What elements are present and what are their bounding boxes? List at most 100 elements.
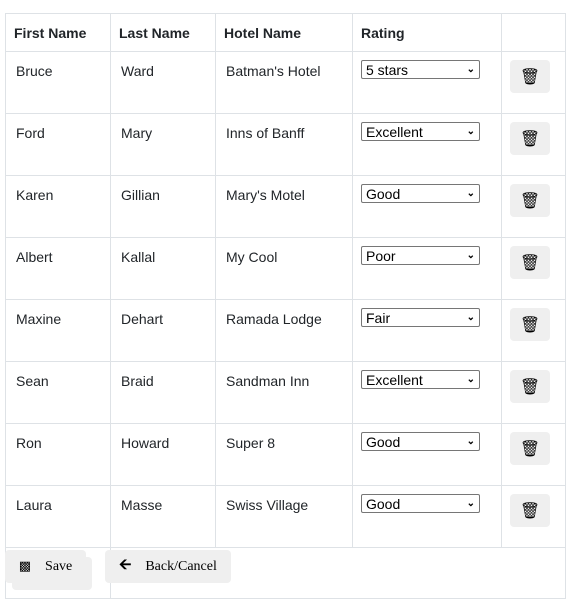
actions-cell: 🗑 xyxy=(501,113,566,176)
rating-value: Excellent xyxy=(366,371,423,388)
chevron-down-icon: ⌄ xyxy=(466,498,475,509)
chevron-down-icon: ⌄ xyxy=(466,374,475,385)
last-name-cell: Ward xyxy=(110,51,216,114)
rating-value: Poor xyxy=(366,247,396,264)
actions-cell: 🗑 xyxy=(501,51,566,114)
chevron-down-icon: ⌄ xyxy=(466,126,475,137)
hotel-name-cell: Inns of Banff xyxy=(215,113,353,176)
last-name-cell: Mary xyxy=(110,113,216,176)
chevron-down-icon: ⌄ xyxy=(466,436,475,447)
first-name-cell: Ron xyxy=(5,423,111,486)
header-actions xyxy=(501,13,566,52)
hotel-name-cell: Sandman Inn xyxy=(215,361,353,424)
delete-button[interactable]: 🗑 xyxy=(510,432,550,465)
last-name-cell: Braid xyxy=(110,361,216,424)
rating-cell: Good ⌄ xyxy=(352,485,502,548)
actions-cell: 🗑 xyxy=(501,175,566,238)
rating-cell: Poor ⌄ xyxy=(352,237,502,300)
delete-button[interactable]: 🗑 xyxy=(510,246,550,279)
hotel-name-cell: Super 8 xyxy=(215,423,353,486)
header-last-name: Last Name xyxy=(110,13,216,52)
trash-icon: 🗑 xyxy=(519,316,541,334)
chevron-down-icon: ⌄ xyxy=(466,188,475,199)
last-name-cell: Dehart xyxy=(110,299,216,362)
rating-cell: Excellent ⌄ xyxy=(352,113,502,176)
first-name-cell: Bruce xyxy=(5,51,111,114)
header-first-name: First Name xyxy=(5,13,111,52)
rating-cell: Good ⌄ xyxy=(352,175,502,238)
delete-button[interactable]: 🗑 xyxy=(510,122,550,155)
save-icon: ▩ xyxy=(18,559,32,574)
rating-cell: Good ⌄ xyxy=(352,423,502,486)
last-name-cell: Howard xyxy=(110,423,216,486)
rating-cell: Fair ⌄ xyxy=(352,299,502,362)
trash-icon: 🗑 xyxy=(519,502,541,520)
trash-icon: 🗑 xyxy=(519,192,541,210)
hotel-name-cell: My Cool xyxy=(215,237,353,300)
table-row: Albert Kallal My Cool Poor ⌄ 🗑 xyxy=(5,237,566,300)
delete-button[interactable]: 🗑 xyxy=(510,60,550,93)
first-name-cell: Maxine xyxy=(5,299,111,362)
first-name-cell: Sean xyxy=(5,361,111,424)
trash-icon: 🗑 xyxy=(519,378,541,396)
back-cancel-label: Back/Cancel xyxy=(145,558,217,574)
rating-select[interactable]: Fair ⌄ xyxy=(361,308,480,327)
header-rating: Rating xyxy=(352,13,502,52)
rating-cell: Excellent ⌄ xyxy=(352,361,502,424)
last-name-cell: Gillian xyxy=(110,175,216,238)
table-row: Bruce Ward Batman's Hotel 5 stars ⌄ 🗑 xyxy=(5,51,566,114)
save-button[interactable]: ▩ Save xyxy=(5,550,86,583)
rating-value: Fair xyxy=(366,309,391,326)
table-row: Sean Braid Sandman Inn Excellent ⌄ 🗑 xyxy=(5,361,566,424)
chevron-down-icon: ⌄ xyxy=(466,64,475,75)
rating-value: Good xyxy=(366,433,401,450)
rating-select[interactable]: Good ⌄ xyxy=(361,432,480,451)
actions-cell: 🗑 xyxy=(501,485,566,548)
delete-button[interactable]: 🗑 xyxy=(510,494,550,527)
actions-cell: 🗑 xyxy=(501,299,566,362)
hotel-name-cell: Ramada Lodge xyxy=(215,299,353,362)
rating-select[interactable]: Excellent ⌄ xyxy=(361,122,480,141)
first-name-cell: Ford xyxy=(5,113,111,176)
back-cancel-button[interactable]: 🡨 Back/Cancel xyxy=(105,550,231,583)
trash-icon: 🗑 xyxy=(519,440,541,458)
first-name-cell: Albert xyxy=(5,237,111,300)
trash-icon: 🗑 xyxy=(519,254,541,272)
chevron-down-icon: ⌄ xyxy=(466,250,475,261)
delete-button[interactable]: 🗑 xyxy=(510,184,550,217)
first-name-cell: Karen xyxy=(5,175,111,238)
rating-value: Excellent xyxy=(366,123,423,140)
rating-select[interactable]: Excellent ⌄ xyxy=(361,370,480,389)
hotel-table: First Name Last Name Hotel Name Rating B… xyxy=(5,13,566,599)
delete-button[interactable]: 🗑 xyxy=(510,308,550,341)
trash-icon: 🗑 xyxy=(519,68,541,86)
hotel-name-cell: Swiss Village xyxy=(215,485,353,548)
table-row: Laura Masse Swiss Village Good ⌄ 🗑 xyxy=(5,485,566,548)
rating-select[interactable]: Poor ⌄ xyxy=(361,246,480,265)
actions-cell: 🗑 xyxy=(501,237,566,300)
rating-select[interactable]: Good ⌄ xyxy=(361,494,480,513)
rating-select[interactable]: 5 stars ⌄ xyxy=(361,60,480,79)
header-hotel-name: Hotel Name xyxy=(215,13,353,52)
table-row: Karen Gillian Mary's Motel Good ⌄ 🗑 xyxy=(5,175,566,238)
hotel-name-cell: Batman's Hotel xyxy=(215,51,353,114)
rating-select[interactable]: Good ⌄ xyxy=(361,184,480,203)
arrow-left-icon: 🡨 xyxy=(119,555,132,573)
last-name-cell: Masse xyxy=(110,485,216,548)
rating-value: Good xyxy=(366,185,401,202)
rating-value: 5 stars xyxy=(366,61,409,78)
table-row: Ron Howard Super 8 Good ⌄ 🗑 xyxy=(5,423,566,486)
table-row: Ford Mary Inns of Banff Excellent ⌄ 🗑 xyxy=(5,113,566,176)
delete-button[interactable]: 🗑 xyxy=(510,370,550,403)
rating-cell: 5 stars ⌄ xyxy=(352,51,502,114)
actions-cell: 🗑 xyxy=(501,423,566,486)
header-row: First Name Last Name Hotel Name Rating xyxy=(5,13,566,52)
hotel-name-cell: Mary's Motel xyxy=(215,175,353,238)
first-name-cell: Laura xyxy=(5,485,111,548)
new-row: +New xyxy=(5,547,566,599)
save-label: Save xyxy=(45,558,73,574)
rating-value: Good xyxy=(366,495,401,512)
table-row: Maxine Dehart Ramada Lodge Fair ⌄ 🗑 xyxy=(5,299,566,362)
chevron-down-icon: ⌄ xyxy=(466,312,475,323)
trash-icon: 🗑 xyxy=(519,130,541,148)
